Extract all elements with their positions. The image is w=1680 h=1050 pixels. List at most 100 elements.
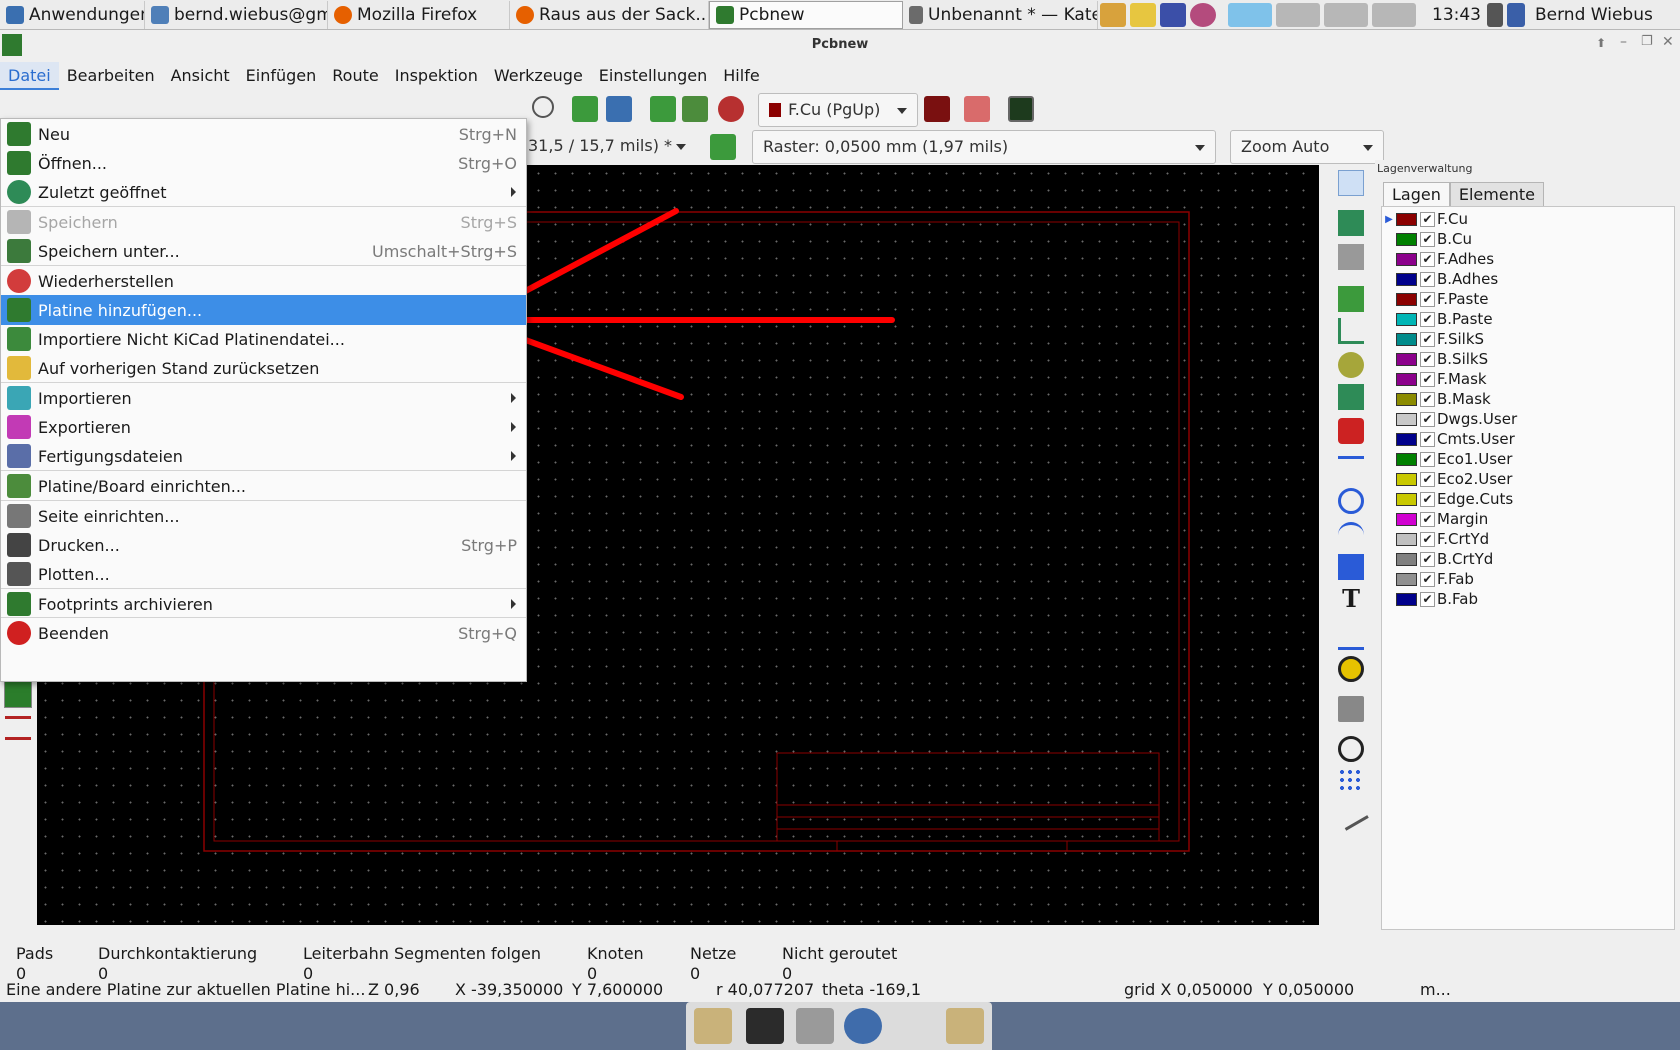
grid-select[interactable]: Raster: 0,0500 mm (1,97 mils) xyxy=(752,130,1216,164)
menu-einstellungen[interactable]: Einstellungen xyxy=(591,62,715,90)
delete-icon[interactable] xyxy=(1338,696,1364,722)
menu-bearbeiten[interactable]: Bearbeiten xyxy=(59,62,163,90)
track-width-select[interactable]: 31,5 / 15,7 mils) * xyxy=(520,130,696,164)
layer-visible-checkbox[interactable]: ✔ xyxy=(1420,531,1435,547)
maximize-icon[interactable]: ❐ xyxy=(1641,34,1653,49)
update-pcb-icon[interactable] xyxy=(682,96,708,122)
grid-origin-icon[interactable] xyxy=(1338,768,1364,794)
applications-menu-button[interactable]: Anwendungen xyxy=(0,0,145,29)
file-manager-icon[interactable] xyxy=(796,1008,834,1044)
add-zone-icon[interactable] xyxy=(1338,384,1364,410)
layer-color-swatch[interactable] xyxy=(1396,232,1417,246)
task-firefox-2[interactable]: Raus aus der Sack... xyxy=(510,0,709,29)
tab-elemente[interactable]: Elemente xyxy=(1449,182,1544,207)
layer-color-swatch[interactable] xyxy=(1396,432,1417,446)
layer-row[interactable]: ▶ ✔ F.Cu xyxy=(1382,209,1468,229)
add-footprint-icon[interactable] xyxy=(1338,286,1364,312)
layer-row[interactable]: ✔ F.Adhes xyxy=(1382,249,1494,269)
file-menu-item-fabrication-outputs[interactable]: Fertigungsdateien xyxy=(1,441,526,471)
window-up-icon[interactable]: ⬆ xyxy=(1596,36,1606,50)
add-dimension-icon[interactable] xyxy=(1338,624,1364,650)
scripting-icon[interactable] xyxy=(964,96,990,122)
layer-row[interactable]: ✔ B.CrtYd xyxy=(1382,549,1493,569)
layer-row[interactable]: ✔ Edge.Cuts xyxy=(1382,489,1513,509)
file-menu-item-append-board[interactable]: Platine hinzufügen... xyxy=(1,295,526,325)
file-menu-item-recent[interactable]: Zuletzt geöffnet xyxy=(1,177,526,207)
network-signal-icon[interactable] xyxy=(1507,2,1525,27)
file-menu-item-restore[interactable]: Wiederherstellen xyxy=(1,266,526,296)
layer-color-swatch[interactable] xyxy=(1396,452,1417,466)
file-menu-item-plot[interactable]: Plotten... xyxy=(1,559,526,589)
layer-visible-checkbox[interactable]: ✔ xyxy=(1420,251,1435,267)
layer-visible-checkbox[interactable]: ✔ xyxy=(1420,411,1435,427)
file-menu-item-archive-footprints[interactable]: Footprints archivieren xyxy=(1,589,526,619)
layer-color-swatch[interactable] xyxy=(1396,412,1417,426)
file-menu-item-export[interactable]: Exportieren xyxy=(1,412,526,442)
auto-track-width-icon[interactable] xyxy=(710,134,736,160)
layer-color-swatch[interactable] xyxy=(1396,552,1417,566)
layer-color-swatch[interactable] xyxy=(1396,472,1417,486)
task-firefox[interactable]: Mozilla Firefox xyxy=(328,0,510,29)
task-kate[interactable]: Unbenannt * — Kate xyxy=(903,0,1098,29)
layer-row[interactable]: ✔ B.Adhes xyxy=(1382,269,1498,289)
menu-datei[interactable]: Datei xyxy=(0,62,59,90)
volume-icon[interactable] xyxy=(1487,2,1503,27)
menu-route[interactable]: Route xyxy=(324,62,386,90)
layer-visible-checkbox[interactable]: ✔ xyxy=(1420,371,1435,387)
layer-select[interactable]: F.Cu (PgUp) xyxy=(758,93,918,127)
layer-row[interactable]: ✔ B.Mask xyxy=(1382,389,1491,409)
layer-color-swatch[interactable] xyxy=(1396,532,1417,546)
layer-color-swatch[interactable] xyxy=(1396,572,1417,586)
layer-row[interactable]: ✔ Cmts.User xyxy=(1382,429,1515,449)
file-menu-item-quit[interactable]: Beenden Strg+Q xyxy=(1,618,526,648)
workspace-1[interactable] xyxy=(1228,2,1272,27)
route-track-icon[interactable] xyxy=(1338,318,1364,344)
layer-color-swatch[interactable] xyxy=(1396,372,1417,386)
set-origin-icon[interactable] xyxy=(1338,736,1364,762)
file-menu-item-open[interactable]: Öffnen... Strg+O xyxy=(1,148,526,178)
workspace-4[interactable] xyxy=(1372,2,1416,27)
layer-color-swatch[interactable] xyxy=(1396,332,1417,346)
draw-circle-icon[interactable] xyxy=(1338,488,1364,514)
file-menu-item-import[interactable]: Importieren xyxy=(1,383,526,413)
draw-polygon-icon[interactable] xyxy=(1338,554,1364,580)
add-via-icon[interactable] xyxy=(1338,352,1364,378)
layer-visible-checkbox[interactable]: ✔ xyxy=(1420,231,1435,247)
keepout-area-icon[interactable] xyxy=(1338,418,1364,444)
layer-color-swatch[interactable] xyxy=(1396,212,1417,226)
netlist-icon[interactable] xyxy=(650,96,676,122)
menu-inspektion[interactable]: Inspektion xyxy=(387,62,486,90)
minimize-icon[interactable]: – xyxy=(1620,34,1627,50)
clock[interactable]: 13:43 xyxy=(1432,5,1481,25)
layer-visible-checkbox[interactable]: ✔ xyxy=(1420,311,1435,327)
layer-color-swatch[interactable] xyxy=(1396,492,1417,506)
layer-row[interactable]: ✔ B.Paste xyxy=(1382,309,1493,329)
draw-line-icon[interactable] xyxy=(1338,456,1364,482)
layer-visible-checkbox[interactable]: ✔ xyxy=(1420,291,1435,307)
layer-row[interactable]: ✔ Eco2.User xyxy=(1382,469,1512,489)
layer-row[interactable]: ✔ F.Mask xyxy=(1382,369,1487,389)
highlight-net-icon[interactable] xyxy=(1338,210,1364,236)
launcher-butterfly-icon[interactable] xyxy=(1100,2,1126,27)
draw-arc-icon[interactable] xyxy=(1338,522,1364,548)
select-cursor-icon[interactable] xyxy=(1338,170,1364,196)
tab-lagen[interactable]: Lagen xyxy=(1383,182,1450,207)
user-name[interactable]: Bernd Wiebus xyxy=(1535,5,1653,25)
layer-row[interactable]: ✔ F.Fab xyxy=(1382,569,1474,589)
microwave-meander-icon[interactable] xyxy=(5,716,31,740)
layer-visible-checkbox[interactable]: ✔ xyxy=(1420,451,1435,467)
add-text-icon[interactable]: T xyxy=(1338,586,1364,612)
task-pcbnew[interactable]: Pcbnew xyxy=(709,0,903,29)
layer-visible-checkbox[interactable]: ✔ xyxy=(1420,571,1435,587)
layer-visible-checkbox[interactable]: ✔ xyxy=(1420,351,1435,367)
menu-hilfe[interactable]: Hilfe xyxy=(715,62,767,90)
close-icon[interactable]: ✕ xyxy=(1662,34,1674,50)
layers-manager-icon[interactable] xyxy=(4,680,32,708)
menu-einfuegen[interactable]: Einfügen xyxy=(238,62,325,90)
layer-row[interactable]: ✔ B.SilkS xyxy=(1382,349,1488,369)
file-menu-item-save[interactable]: Speichern Strg+S xyxy=(1,207,526,237)
layer-color-swatch[interactable] xyxy=(1396,312,1417,326)
layer-visible-checkbox[interactable]: ✔ xyxy=(1420,431,1435,447)
layer-visible-checkbox[interactable]: ✔ xyxy=(1420,211,1435,227)
layer-row[interactable]: ✔ F.SilkS xyxy=(1382,329,1484,349)
